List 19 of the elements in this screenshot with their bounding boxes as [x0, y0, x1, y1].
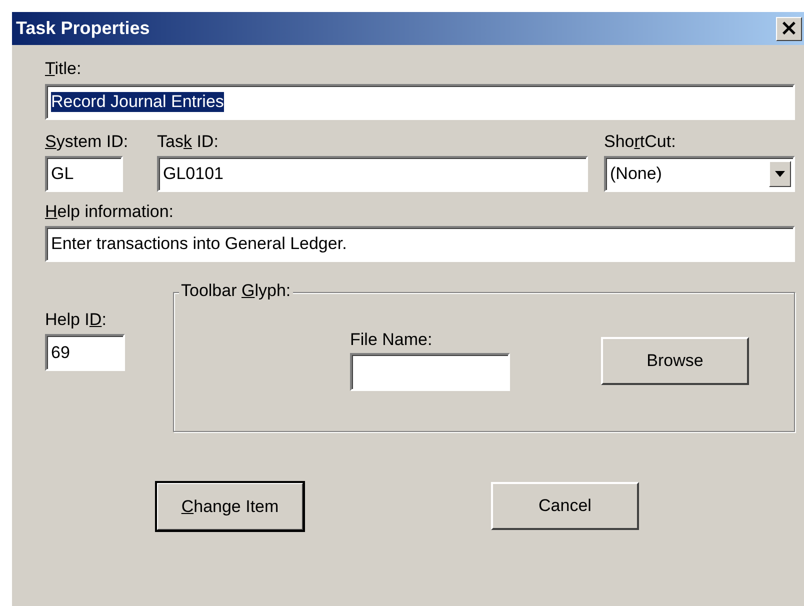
help-id-field[interactable]: 69	[45, 334, 125, 371]
help-information-label: Help information:	[45, 202, 175, 222]
file-name-field[interactable]	[350, 353, 510, 391]
shortcut-label: ShortCut:	[604, 132, 677, 152]
title-label: Title:	[45, 59, 82, 79]
close-button[interactable]: ×	[776, 16, 802, 40]
dialog-button[interactable]: Change Item	[156, 482, 304, 531]
shortcut-dropdown[interactable]: (None)	[604, 156, 795, 192]
title-field[interactable]: Record Journal Entries	[45, 84, 795, 120]
system-id-field[interactable]: GL	[45, 156, 123, 192]
task-id-field[interactable]: GL0101	[157, 156, 588, 192]
task-id-label: Task ID:	[157, 132, 220, 152]
help-id-label: Help ID:	[45, 310, 108, 330]
group-legend: Toolbar Glyph:	[181, 281, 291, 301]
help-information-field[interactable]: Enter transactions into General Ledger.	[45, 226, 795, 262]
browse-button[interactable]: Browse	[601, 337, 749, 385]
file-name-label: File Name:	[350, 330, 434, 350]
dialog-button[interactable]: Cancel	[491, 482, 639, 530]
window-title: Task Properties	[16, 18, 150, 39]
